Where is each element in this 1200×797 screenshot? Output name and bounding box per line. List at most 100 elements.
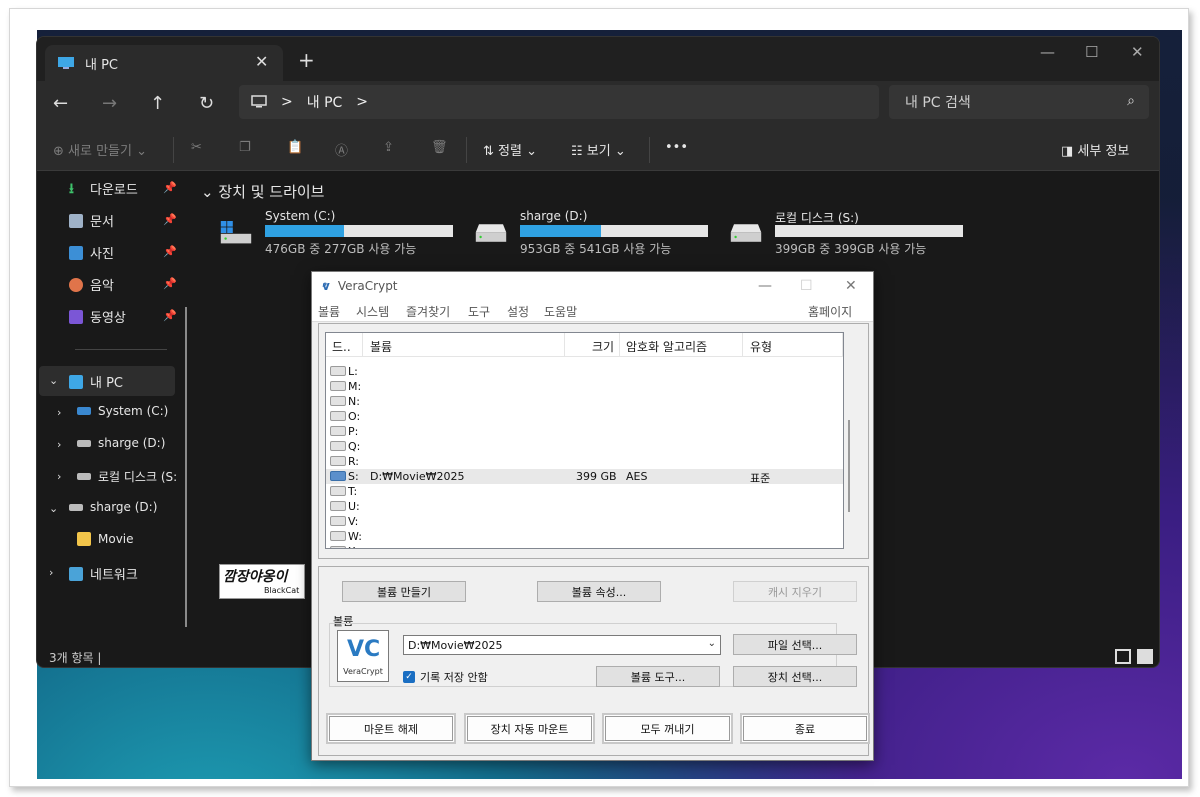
chevron-right-icon[interactable]: › <box>57 406 61 419</box>
command-bar: ⊕ 새로 만들기 ⌄ ✂ ❐ 📋 Ⓐ ⇪ 🗑 ⇅ 정렬 ⌄ ☷ 보기 ⌄ •••… <box>37 129 1159 171</box>
menu-favorites[interactable]: 즐겨찾기 <box>406 303 450 320</box>
drive-row[interactable]: L: <box>326 364 843 379</box>
new-tab-button[interactable]: + <box>298 48 315 72</box>
volume-path-combobox[interactable]: D:₩Movie₩2025 ⌄ <box>403 635 721 655</box>
drive-tile-d[interactable]: sharge (D:) 953GB 중 541GB 사용 가능 <box>470 209 720 263</box>
divider <box>173 137 174 163</box>
drive-list[interactable]: 드.. 볼륨 크기 암호화 알고리즘 유형 L: M: N: O: P: Q: R: S: D:… <box>325 332 844 549</box>
menu-settings[interactable]: 설정 <box>507 303 529 320</box>
drive-row[interactable]: Q: <box>326 439 843 454</box>
close-icon[interactable]: ✕ <box>1131 43 1144 61</box>
sidebar-item-drive-s[interactable]: 로컬 디스크 (S: <box>77 468 177 485</box>
sidebar-item-downloads[interactable]: ⭳ 다운로드 <box>69 179 138 199</box>
column-type[interactable]: 유형 <box>750 338 772 355</box>
paste-icon[interactable]: 📋 <box>287 140 303 155</box>
minimize-icon[interactable]: — <box>1040 43 1055 61</box>
chevron-right-icon[interactable]: › <box>49 566 53 579</box>
menu-help[interactable]: 도움말 <box>544 303 577 320</box>
maximize-icon[interactable]: ☐ <box>1085 43 1098 61</box>
wipe-cache-button[interactable]: 캐시 지우기 <box>733 581 857 602</box>
column-volume[interactable]: 볼륨 <box>370 338 392 355</box>
up-icon[interactable]: ↑ <box>150 93 165 114</box>
tab-close-icon[interactable]: ✕ <box>255 52 268 71</box>
dismount-all-button[interactable]: 모두 꺼내기 <box>602 713 733 744</box>
drive-row[interactable]: N: <box>326 394 843 409</box>
sidebar-item-pictures[interactable]: 사진 <box>69 243 114 262</box>
close-icon[interactable]: ✕ <box>845 278 857 294</box>
sidebar-item-sharge[interactable]: sharge (D:) <box>69 500 157 514</box>
chevron-right-icon[interactable]: › <box>57 438 61 451</box>
dismount-button[interactable]: 마운트 해제 <box>326 713 456 744</box>
sidebar-item-music[interactable]: 음악 <box>69 275 114 294</box>
breadcrumb-this-pc[interactable]: 내 PC <box>307 92 343 112</box>
exit-button[interactable]: 종료 <box>740 713 870 744</box>
details-view-icon[interactable] <box>1115 649 1131 664</box>
details-pane-button[interactable]: ◨ 세부 정보 <box>1061 140 1129 159</box>
delete-icon[interactable]: 🗑 <box>431 140 448 155</box>
sidebar-item-drive-c[interactable]: System (C:) <box>77 404 168 418</box>
drive-row[interactable]: U: <box>326 499 843 514</box>
sort-button[interactable]: ⇅ 정렬 ⌄ <box>483 140 537 159</box>
new-button[interactable]: ⊕ 새로 만들기 ⌄ <box>53 140 147 159</box>
drive-row[interactable]: S: D:₩Movie₩2025 399 GB AES 표준 <box>326 469 843 485</box>
column-size[interactable]: 크기 <box>592 338 614 355</box>
chevron-down-icon[interactable]: ⌄ <box>708 638 716 649</box>
column-algorithm[interactable]: 암호화 알고리즘 <box>626 338 707 355</box>
drive-row[interactable]: V: <box>326 514 843 529</box>
drive-row[interactable]: W: <box>326 529 843 544</box>
volume-properties-button[interactable]: 볼륨 속성... <box>537 581 661 602</box>
select-device-button[interactable]: 장치 선택... <box>733 666 857 687</box>
chevron-right-icon[interactable]: › <box>57 470 61 483</box>
drive-letter: S: <box>348 470 359 483</box>
sidebar-item-network[interactable]: 네트워크 <box>69 564 138 583</box>
forward-icon[interactable]: → <box>102 93 117 114</box>
sidebar-item-drive-d[interactable]: sharge (D:) <box>77 436 165 450</box>
tiles-view-icon[interactable] <box>1137 649 1153 664</box>
group-header[interactable]: ⌄ 장치 및 드라이브 <box>201 181 324 202</box>
select-file-button[interactable]: 파일 선택... <box>733 634 857 655</box>
sidebar-item-movie[interactable]: Movie <box>77 532 134 546</box>
copy-icon[interactable]: ❐ <box>239 140 251 155</box>
sidebar-item-videos[interactable]: 동영상 <box>69 307 126 326</box>
chevron-down-icon[interactable]: ⌄ <box>49 502 58 515</box>
sidebar-item-documents[interactable]: 문서 <box>69 211 114 230</box>
drive-tile-c[interactable]: System (C:) 476GB 중 277GB 사용 가능 <box>215 209 465 263</box>
usage-bar <box>265 225 453 237</box>
menu-system[interactable]: 시스템 <box>356 303 389 320</box>
drive-icon <box>330 486 346 496</box>
drive-row[interactable]: R: <box>326 454 843 469</box>
create-volume-button[interactable]: 볼륨 만들기 <box>342 581 466 602</box>
cut-icon[interactable]: ✂ <box>191 140 202 155</box>
drive-icon <box>330 546 346 548</box>
sidebar-scrollbar[interactable] <box>185 307 187 627</box>
drive-row[interactable]: T: <box>326 484 843 499</box>
address-bar[interactable]: > 내 PC > <box>239 85 879 119</box>
share-icon[interactable]: ⇪ <box>383 140 394 155</box>
more-options-button[interactable]: ••• <box>665 140 688 155</box>
menu-volumes[interactable]: 볼륨 <box>318 303 340 320</box>
drive-row[interactable]: P: <box>326 424 843 439</box>
refresh-icon[interactable]: ↻ <box>199 93 214 114</box>
search-box[interactable]: 내 PC 검색 ⌕ <box>889 85 1149 119</box>
rename-icon[interactable]: Ⓐ <box>335 140 348 159</box>
back-icon[interactable]: ← <box>53 93 68 114</box>
usage-bar <box>775 225 963 237</box>
drive-row[interactable]: M: <box>326 379 843 394</box>
menu-homepage[interactable]: 홈페이지 <box>808 303 852 320</box>
never-save-history-checkbox[interactable]: ✓ <box>403 671 415 683</box>
minimize-icon[interactable]: — <box>758 278 772 294</box>
maximize-icon[interactable]: ☐ <box>800 278 813 294</box>
auto-mount-devices-button[interactable]: 장치 자동 마운트 <box>464 713 595 744</box>
drive-tile-s[interactable]: 로컬 디스크 (S:) 399GB 중 399GB 사용 가능 <box>725 209 975 263</box>
volume-tools-button[interactable]: 볼륨 도구... <box>596 666 720 687</box>
view-button[interactable]: ☷ 보기 ⌄ <box>571 140 626 159</box>
drive-icon <box>77 407 91 415</box>
drive-row[interactable]: O: <box>326 409 843 424</box>
drive-row[interactable]: X: <box>326 544 843 548</box>
tab-this-pc[interactable]: 내 PC <box>45 45 283 81</box>
chevron-down-icon[interactable]: ⌄ <box>49 374 58 387</box>
drive-list-scrollbar[interactable] <box>846 332 852 549</box>
column-drive[interactable]: 드.. <box>332 338 351 355</box>
menu-tools[interactable]: 도구 <box>468 303 490 320</box>
sidebar-item-this-pc[interactable]: 내 PC <box>69 372 123 391</box>
